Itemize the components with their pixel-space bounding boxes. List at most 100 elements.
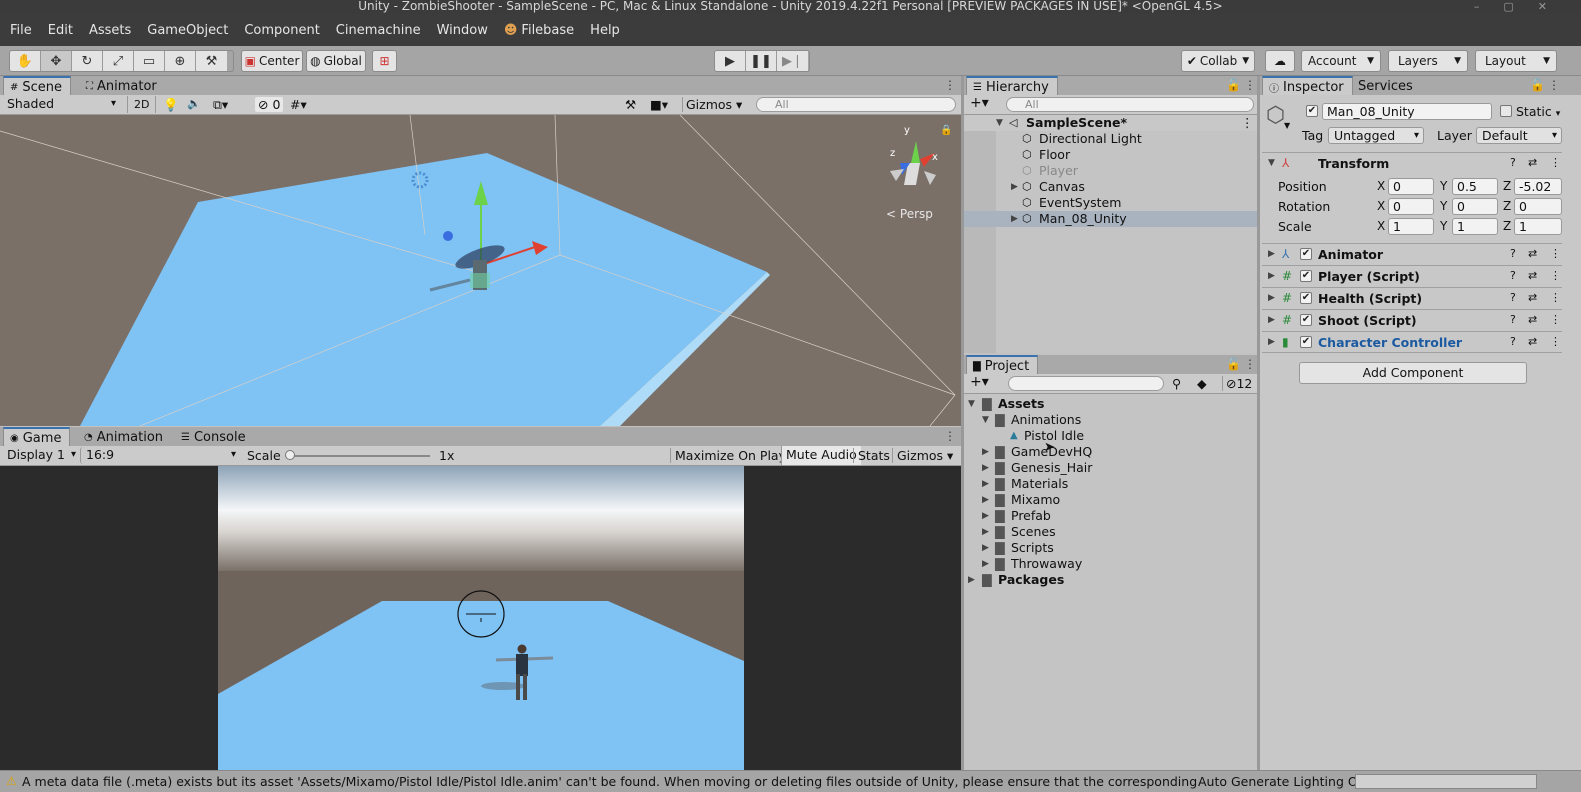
more-icon[interactable]: ⋮ [1550, 335, 1561, 348]
more-icon[interactable]: ⋮ [1548, 78, 1560, 92]
help-icon[interactable]: ? [1510, 156, 1516, 169]
pause-icon[interactable]: ❚❚ [746, 51, 777, 71]
expand-arrow-icon[interactable]: ▶ [1268, 337, 1275, 347]
tools-icon[interactable]: ⚒ [625, 97, 636, 112]
custom-tool-icon[interactable]: ⚒ [196, 51, 227, 71]
component-player-script[interactable]: ▶ # ✔ Player (Script) ? ⇄ ⋮ [1262, 265, 1562, 287]
menu-help[interactable]: Help [590, 23, 620, 38]
hierarchy-search-input[interactable]: All [1006, 97, 1254, 112]
expand-arrow-icon[interactable]: ▶ [982, 524, 989, 540]
add-component-button[interactable]: Add Component [1299, 362, 1527, 384]
enabled-checkbox[interactable]: ✔ [1300, 336, 1312, 348]
scene-search-input[interactable]: All [756, 97, 956, 112]
expand-arrow-icon[interactable]: ▶ [1011, 211, 1018, 227]
menu-cinemachine[interactable]: Cinemachine [336, 23, 421, 38]
expand-arrow-icon[interactable]: ▶ [1268, 293, 1275, 303]
vertical-splitter[interactable] [961, 76, 964, 770]
lighting-status[interactable]: Auto Generate Lighting Off [1198, 774, 1366, 789]
expand-arrow-icon[interactable]: ▶ [1268, 315, 1275, 325]
window-controls[interactable]: –▢✕ [1474, 0, 1571, 13]
collab-dropdown[interactable]: ✔ Collab ▼ [1181, 50, 1255, 72]
menu-component[interactable]: Component [244, 23, 319, 38]
scale-slider[interactable] [290, 455, 430, 457]
expand-arrow-icon[interactable]: ▶ [1268, 271, 1275, 281]
presets-icon[interactable]: ⇄ [1528, 313, 1537, 326]
tab-game[interactable]: ◉ Game [3, 427, 71, 447]
cloud-icon[interactable]: ☁ [1265, 50, 1295, 72]
help-icon[interactable]: ? [1510, 335, 1516, 348]
presets-icon[interactable]: ⇄ [1528, 247, 1537, 260]
lighting-toggle-icon[interactable]: 💡 [163, 97, 179, 113]
active-checkbox[interactable]: ✔ [1306, 105, 1318, 117]
tab-console[interactable]: ☰ Console [175, 427, 254, 447]
hierarchy-item-player[interactable]: ⬡ Player [964, 163, 1257, 179]
tab-hierarchy[interactable]: ☰ Hierarchy [966, 76, 1058, 96]
expand-arrow-icon[interactable]: ▶ [982, 476, 989, 492]
vertical-splitter[interactable] [1257, 76, 1260, 770]
component-animator[interactable]: ▶ ⅄ ✔ Animator ? ⇄ ⋮ [1262, 243, 1562, 265]
expand-arrow-icon[interactable]: ▶ [1268, 249, 1275, 259]
hierarchy-item-canvas[interactable]: ▶ ⬡ Canvas [964, 179, 1257, 195]
scale-slider-thumb[interactable] [285, 450, 295, 460]
pivot-toggle[interactable]: ▣ Center [241, 50, 303, 72]
rotation-x-field[interactable]: 0 [1388, 198, 1434, 215]
more-icon[interactable]: ⋮ [1550, 313, 1561, 326]
game-view[interactable] [0, 466, 961, 770]
audio-toggle-icon[interactable]: 🔈 [187, 97, 201, 110]
hidden-packages-toggle[interactable]: ⊘12 [1222, 376, 1252, 391]
play-icon[interactable]: ▶ [715, 51, 746, 71]
expand-arrow-icon[interactable]: ▶ [982, 444, 989, 460]
2d-toggle[interactable]: 2D [127, 96, 157, 113]
presets-icon[interactable]: ⇄ [1528, 335, 1537, 348]
hierarchy-item-directional-light[interactable]: ⬡ Directional Light [964, 131, 1257, 147]
component-health-script[interactable]: ▶ # ✔ Health (Script) ? ⇄ ⋮ [1262, 287, 1562, 309]
chevron-down-icon[interactable]: ▼ [1284, 121, 1290, 130]
menu-assets[interactable]: Assets [89, 23, 131, 38]
tag-dropdown[interactable]: Untagged [1328, 127, 1424, 144]
hidden-objects-toggle[interactable]: ⊘ 0 [255, 97, 284, 112]
transform-tool-icon[interactable]: ⊕ [165, 51, 196, 71]
account-dropdown[interactable]: Account ▼ [1301, 50, 1381, 72]
expand-arrow-icon[interactable]: ▼ [968, 396, 975, 412]
lock-icon[interactable]: 🔓 [1530, 78, 1545, 92]
menu-gameobject[interactable]: GameObject [147, 23, 228, 38]
lock-icon[interactable]: 🔓 [1226, 357, 1241, 371]
position-y-field[interactable]: 0.5 [1452, 178, 1498, 195]
collapse-arrow-icon[interactable]: ▼ [1268, 158, 1275, 168]
aspect-dropdown[interactable]: 16:9 [80, 447, 240, 464]
display-dropdown[interactable]: Display 1 [2, 447, 80, 464]
expand-arrow-icon[interactable]: ▼ [982, 412, 989, 428]
more-icon[interactable]: ⋮ [944, 429, 956, 443]
scene-orientation-gizmo[interactable]: y z x [880, 123, 942, 198]
more-icon[interactable]: ⋮ [944, 78, 956, 92]
create-plus-icon[interactable]: +▾ [970, 374, 989, 390]
menu-file[interactable]: File [10, 23, 32, 38]
expand-arrow-icon[interactable]: ▶ [982, 508, 989, 524]
menu-filebase[interactable]: ☻ Filebase [504, 23, 574, 38]
tab-services[interactable]: Services [1352, 76, 1421, 96]
scene-view[interactable]: y z x 🔒 < Persp [0, 115, 961, 426]
effects-icon[interactable]: ⧉▾ [213, 97, 228, 113]
position-x-field[interactable]: 0 [1388, 178, 1434, 195]
static-label[interactable]: Static ▾ [1516, 104, 1560, 119]
scale-z-field[interactable]: 1 [1514, 218, 1562, 235]
layout-dropdown[interactable]: Layout ▼ [1475, 50, 1557, 72]
shading-mode-dropdown[interactable]: Shaded [2, 96, 120, 113]
maximize-on-play-toggle[interactable]: Maximize On Play [670, 448, 786, 463]
menu-window[interactable]: Window [437, 23, 488, 38]
enabled-checkbox[interactable]: ✔ [1300, 270, 1312, 282]
project-search-input[interactable] [1008, 376, 1164, 391]
layer-dropdown[interactable]: Default [1476, 127, 1562, 144]
grid-icon[interactable]: #▾ [290, 97, 307, 112]
position-z-field[interactable]: -5.02 [1514, 178, 1562, 195]
presets-icon[interactable]: ⇄ [1528, 291, 1537, 304]
game-gizmos-dropdown[interactable]: Gizmos ▾ [892, 448, 953, 463]
lock-icon[interactable]: 🔓 [1226, 78, 1241, 92]
move-tool-icon[interactable]: ✥ [41, 51, 72, 71]
tab-animator[interactable]: ⛶ Animator [80, 76, 165, 96]
scene-gizmos-dropdown[interactable]: Gizmos ▾ [682, 97, 742, 112]
rotate-tool-icon[interactable]: ↻ [72, 51, 103, 71]
create-plus-icon[interactable]: +▾ [970, 95, 989, 111]
filter-label-icon[interactable]: ◆ [1197, 376, 1207, 391]
expand-arrow-icon[interactable]: ▶ [982, 540, 989, 556]
